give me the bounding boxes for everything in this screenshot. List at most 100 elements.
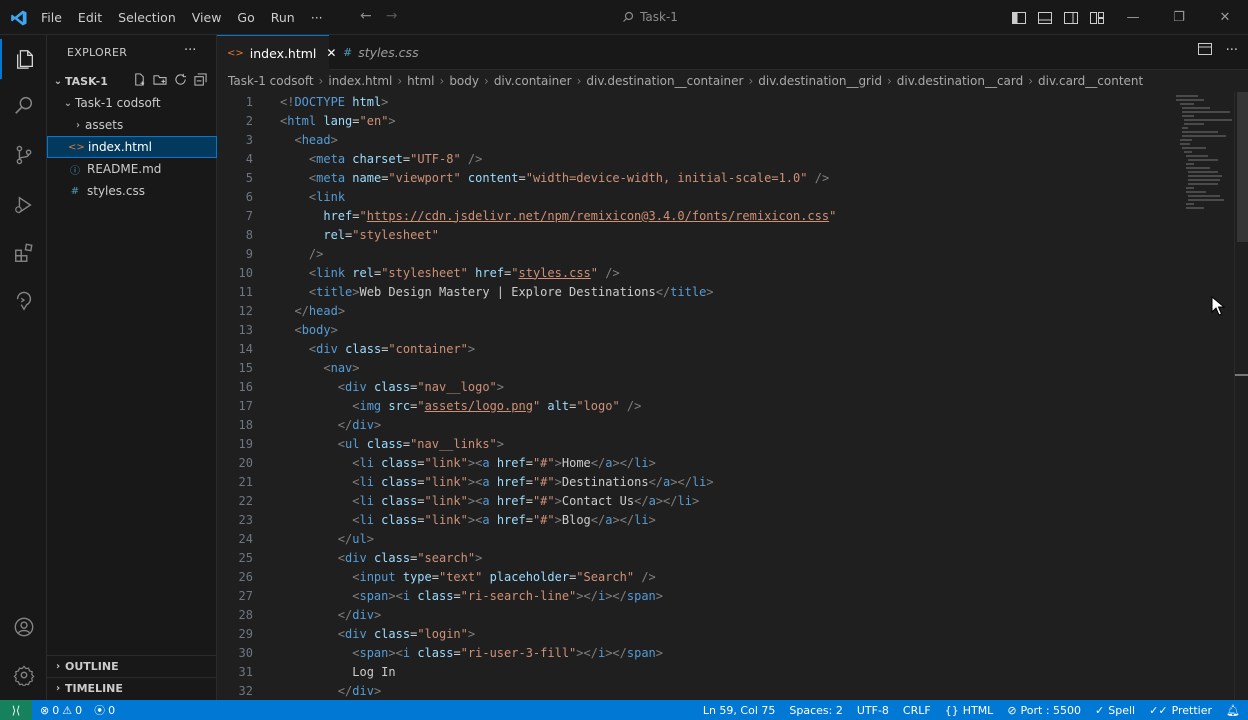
code-line[interactable]: 15 < nav > <box>217 358 1217 377</box>
code-line[interactable]: 19 < ul class = "nav__links" > <box>217 434 1217 453</box>
menu-file[interactable]: File <box>33 10 70 25</box>
spell-check[interactable]: ✓ Spell <box>1095 704 1135 717</box>
timeline-section[interactable]: › TIMELINE <box>47 677 217 699</box>
collapse-all-icon[interactable] <box>194 73 207 89</box>
code-line[interactable]: 11 < title > Web Design Mastery | Explore D… <box>217 282 1217 301</box>
code-line[interactable]: 4 < meta charset = "UTF-8" /> <box>217 149 1217 168</box>
ports-indicator[interactable]: ⦿ 0 <box>94 702 115 718</box>
vscode-logo-icon[interactable] <box>10 9 28 27</box>
code-line[interactable]: 13 < body > <box>217 320 1217 339</box>
minimap[interactable] <box>1174 92 1234 212</box>
scrollbar-thumb[interactable] <box>1237 92 1248 242</box>
code-line[interactable]: 3 < head > <box>217 130 1217 149</box>
breadcrumb-item[interactable]: body <box>449 74 479 88</box>
code-line[interactable]: 2 < html lang = "en" > <box>217 111 1217 130</box>
tree-item-readme[interactable]: ⓘ README.md <box>47 158 217 180</box>
live-server-port[interactable]: ⊘ Port : 5500 <box>1007 704 1081 717</box>
code-line[interactable]: 32 </div > <box>217 681 1217 700</box>
code-line[interactable]: 6 < link <box>217 187 1217 206</box>
tab-styles-css[interactable]: # styles.css <box>333 35 429 70</box>
code-line[interactable]: 20 < li class = "link" >< a href = "#" > Home </a >… <box>217 453 1217 472</box>
code-line[interactable]: 17 < img src = " assets/logo.png " alt = "logo"… <box>217 396 1217 415</box>
code-line[interactable]: 14 < div class = "container" > <box>217 339 1217 358</box>
extensions-icon[interactable] <box>0 233 47 273</box>
code-line[interactable]: 21 < li class = "link" >< a href = "#" > Destinat… <box>217 472 1217 491</box>
new-folder-icon[interactable] <box>153 73 167 89</box>
breadcrumb-item[interactable]: Task-1 codsoft <box>228 74 314 88</box>
close-icon[interactable]: ✕ <box>1202 0 1248 35</box>
tree-item-assets[interactable]: › assets <box>47 114 217 136</box>
tree-item-index-html[interactable]: <> index.html <box>47 136 217 158</box>
workspace-root[interactable]: ⌄ TASK-1 <box>47 70 217 92</box>
code-line[interactable]: 24 </ul > <box>217 529 1217 548</box>
menu-selection[interactable]: Selection <box>110 10 184 25</box>
code-line[interactable]: 7 href = " https://cdn.jsdelivr.net/npm/rem… <box>217 206 1217 225</box>
indentation[interactable]: Spaces: 2 <box>789 704 842 717</box>
tree-item-styles-css[interactable]: # styles.css <box>47 180 217 202</box>
outline-section[interactable]: › OUTLINE <box>47 655 217 677</box>
code-line[interactable]: 12 </head > <box>217 301 1217 320</box>
language-mode[interactable]: {} HTML <box>945 704 994 717</box>
remote-indicator-icon[interactable]: ⟩⟨ <box>0 700 32 720</box>
accounts-icon[interactable] <box>0 607 47 647</box>
code-line[interactable]: 27 < span >< i class = "ri-search-line" ></i ><… <box>217 586 1217 605</box>
code-line[interactable]: 8 rel = "stylesheet" <box>217 225 1217 244</box>
remote-explorer-icon[interactable] <box>0 281 47 321</box>
tree-folder-task-1-codsoft[interactable]: ⌄ Task-1 codsoft <box>47 92 217 114</box>
menu-more[interactable]: ··· <box>303 10 331 25</box>
toggle-panel-icon[interactable] <box>1032 0 1058 35</box>
command-center[interactable]: Task-1 <box>450 6 850 28</box>
code-line[interactable]: 16 < div class = "nav__logo" > <box>217 377 1217 396</box>
code-line[interactable]: 9 /> <box>217 244 1217 263</box>
settings-gear-icon[interactable] <box>0 655 47 695</box>
tab-index-html[interactable]: <> index.html ✕ <box>217 35 336 70</box>
cursor-position[interactable]: Ln 59, Col 75 <box>703 704 776 717</box>
toggle-secondary-sidebar-icon[interactable] <box>1058 0 1084 35</box>
search-view-icon[interactable] <box>0 85 47 125</box>
line-ending[interactable]: CRLF <box>903 704 931 717</box>
forward-arrow-icon[interactable]: → <box>386 8 398 24</box>
notifications-bell-icon[interactable]: 🔔︎ <box>1226 704 1240 717</box>
code-line[interactable]: 10 < link rel = "stylesheet" href = " styles.c… <box>217 263 1217 282</box>
restore-icon[interactable]: ❐ <box>1156 0 1202 35</box>
explorer-more-icon[interactable]: ··· <box>184 43 196 58</box>
menu-run[interactable]: Run <box>263 10 303 25</box>
breadcrumb-item[interactable]: html <box>407 74 434 88</box>
breadcrumb-item[interactable]: div.destination__card <box>897 74 1023 88</box>
code-line[interactable]: 1 <! DOCTYPE html > <box>217 92 1217 111</box>
breadcrumb-item[interactable]: index.html <box>328 74 392 88</box>
breadcrumb-item[interactable]: div.destination__grid <box>758 74 882 88</box>
breadcrumb-item[interactable]: div.destination__container <box>586 74 743 88</box>
code-line[interactable]: 23 < li class = "link" >< a href = "#" > Blog </a >… <box>217 510 1217 529</box>
breadcrumb-item[interactable]: div.card__content <box>1038 74 1143 88</box>
breadcrumb-item[interactable]: div.container <box>494 74 572 88</box>
code-line[interactable]: 28 </div > <box>217 605 1217 624</box>
refresh-icon[interactable] <box>174 73 187 89</box>
menu-edit[interactable]: Edit <box>70 10 110 25</box>
code-line[interactable]: 5 < meta name = "viewport" content = "width=d… <box>217 168 1217 187</box>
new-file-icon[interactable] <box>133 73 146 89</box>
run-debug-icon[interactable] <box>0 185 47 225</box>
minimize-icon[interactable]: — <box>1110 0 1156 35</box>
code-line[interactable]: 25 < div class = "search" > <box>217 548 1217 567</box>
prettier-status[interactable]: ✓✓ Prettier <box>1149 704 1212 717</box>
explorer-icon[interactable] <box>0 39 47 79</box>
source-control-icon[interactable] <box>0 135 47 175</box>
split-editor-icon[interactable] <box>1197 43 1212 59</box>
code-line[interactable]: 30 < span >< i class = "ri-user-3-fill" ></i ><… <box>217 643 1217 662</box>
code-line[interactable]: 22 < li class = "link" >< a href = "#" > Contact … <box>217 491 1217 510</box>
vertical-scrollbar[interactable] <box>1234 92 1248 700</box>
code-line[interactable]: 29 < div class = "login" > <box>217 624 1217 643</box>
encoding[interactable]: UTF-8 <box>857 704 889 717</box>
customize-layout-icon[interactable] <box>1084 0 1110 35</box>
code-line[interactable]: 26 < input type = "text" placeholder = "Searc… <box>217 567 1217 586</box>
toggle-primary-sidebar-icon[interactable] <box>1006 0 1032 35</box>
back-arrow-icon[interactable]: ← <box>360 8 372 24</box>
menu-view[interactable]: View <box>184 10 230 25</box>
code-line[interactable]: 18 </div > <box>217 415 1217 434</box>
code-editor[interactable]: 1 <! DOCTYPE html >2 < html lang = "en" >3 < head… <box>217 92 1248 700</box>
problems-indicator[interactable]: ⊗ 0 ⚠ 0 <box>40 704 82 717</box>
more-actions-icon[interactable]: ··· <box>1226 43 1238 59</box>
code-line[interactable]: 31 Log In <box>217 662 1217 681</box>
menu-go[interactable]: Go <box>229 10 262 25</box>
